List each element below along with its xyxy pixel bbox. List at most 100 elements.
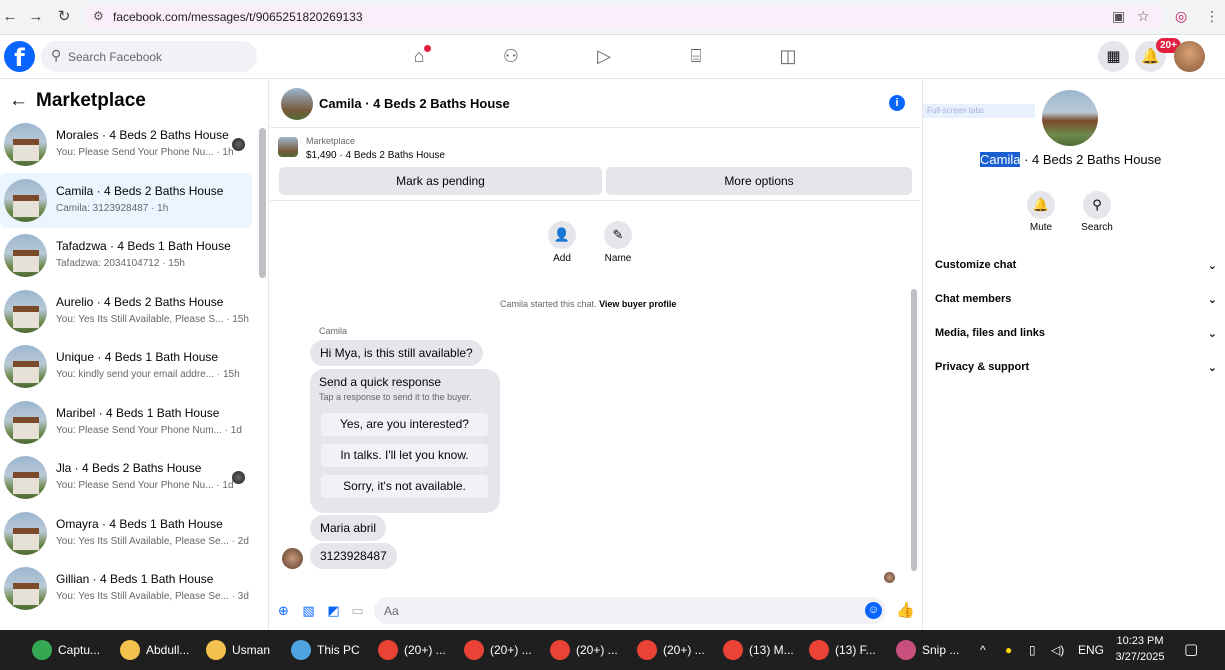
site-settings-icon[interactable]: ⚙: [93, 9, 104, 23]
sender-avatar[interactable]: [282, 548, 303, 569]
browser-menu-icon[interactable]: ⋮: [1205, 8, 1219, 25]
clock[interactable]: 10:23 PM 3/27/2025: [1108, 633, 1172, 665]
app-icon: [378, 640, 398, 660]
app-icon: [550, 640, 570, 660]
taskbar-app-label: (20+) ...: [576, 643, 618, 657]
quick-response-card: Send a quick response Tap a response to …: [310, 369, 500, 513]
conversation-item[interactable]: Unique · 4 Beds 1 Bath House You: kindly …: [0, 339, 252, 394]
conversation-item[interactable]: Jla · 4 Beds 2 Baths House You: Please Se…: [0, 450, 252, 505]
conversation-item[interactable]: Camila · 4 Beds 2 Baths House Camila: 312…: [0, 172, 252, 228]
conversation-thumbnail: [4, 178, 47, 222]
search-label: Search: [1081, 222, 1113, 233]
message-bubble[interactable]: Maria abril: [310, 515, 387, 541]
volume-icon[interactable]: ◁): [1051, 630, 1064, 670]
listing-category: Marketplace: [306, 136, 356, 146]
chevron-up-icon[interactable]: ^: [980, 630, 986, 670]
privacy-support-section[interactable]: Privacy & support ⌄: [935, 361, 1217, 381]
app-icon: [32, 640, 52, 660]
emoji-icon[interactable]: ☺: [865, 602, 882, 619]
mark-as-pending-button[interactable]: Mark as pending: [279, 167, 602, 195]
chat-scrollbar[interactable]: [911, 289, 917, 571]
more-options-button[interactable]: More options: [606, 167, 912, 195]
chevron-down-icon: ⌄: [1207, 294, 1217, 306]
media-files-links-section[interactable]: Media, files and links ⌄: [935, 327, 1217, 347]
listing-price: $1,490 · 4 Beds 2 Baths House: [306, 150, 445, 161]
bookmark-star-icon[interactable]: ☆: [1137, 8, 1150, 25]
taskbar-app-label: (20+) ...: [404, 643, 446, 657]
marketplace-icon[interactable]: ⌸: [684, 46, 708, 68]
taskbar-app-label: (20+) ...: [663, 643, 705, 657]
conversation-list-panel: ← Marketplace Morales · 4 Beds 2 Baths Ho…: [0, 79, 269, 630]
customize-chat-section[interactable]: Customize chat ⌄: [935, 259, 1217, 279]
chat-members-section[interactable]: Chat members ⌄: [935, 293, 1217, 313]
clock-date: 3/27/2025: [1115, 651, 1165, 663]
conversation-preview: Camila: 3123928487 · 1h: [56, 202, 169, 214]
photo-icon[interactable]: ▧: [300, 602, 317, 619]
quick-response-option[interactable]: In talks. I'll let you know.: [321, 444, 488, 467]
conversation-thumbnail: [4, 456, 47, 499]
search-facebook-input[interactable]: ⚲ Search Facebook: [41, 41, 257, 72]
app-icon: [637, 640, 657, 660]
conversation-name: Jla · 4 Beds 2 Baths House: [56, 461, 202, 475]
name-label: Name: [604, 253, 632, 264]
conversation-item[interactable]: Tafadzwa · 4 Beds 1 Bath House Tafadzwa: …: [0, 228, 252, 283]
edit-name-icon[interactable]: ✎: [604, 221, 632, 249]
language-indicator[interactable]: ENG: [1078, 630, 1104, 670]
view-buyer-profile-link[interactable]: View buyer profile: [599, 299, 676, 309]
facebook-logo-icon[interactable]: f: [4, 41, 35, 72]
profile-icon[interactable]: ◎: [1175, 8, 1187, 25]
sender-name: Camila: [319, 326, 348, 336]
gif-icon[interactable]: ▭: [349, 602, 366, 619]
message-input[interactable]: Aa ☺: [374, 597, 886, 624]
menu-grid-icon[interactable]: ▦: [1098, 41, 1129, 72]
info-icon[interactable]: i: [889, 95, 905, 111]
address-bar[interactable]: ⚙ facebook.com/messages/t/90652518202691…: [85, 5, 1163, 30]
taskbar-app-label: (13) M...: [749, 643, 794, 657]
quick-response-option[interactable]: Yes, are you interested?: [321, 413, 488, 436]
chat-title[interactable]: Camila · 4 Beds 2 Baths House: [319, 96, 510, 111]
app-icon: [206, 640, 226, 660]
gaming-icon[interactable]: ◫: [776, 46, 800, 68]
conversation-name: Tafadzwa · 4 Beds 1 Bath House: [56, 239, 231, 253]
cast-icon[interactable]: ▣: [1112, 8, 1125, 25]
reload-icon[interactable]: ↻: [54, 7, 74, 27]
forward-icon[interactable]: →: [26, 7, 46, 27]
battery-icon[interactable]: ▯: [1029, 630, 1036, 670]
like-thumb-icon[interactable]: 👍: [896, 602, 915, 619]
conversation-item[interactable]: Aurelio · 4 Beds 2 Baths House You: Yes I…: [0, 284, 252, 339]
add-person-icon[interactable]: 👤: [548, 221, 576, 249]
facebook-header: f ⚲ Search Facebook ⌂ ⚇ ▷ ⌸ ◫ ▦ 🔔 20+: [0, 35, 1225, 79]
sticker-icon[interactable]: ◩: [325, 602, 342, 619]
conversation-preview: You: kindly send your email addre... · 1…: [56, 369, 240, 380]
account-avatar[interactable]: [1174, 41, 1205, 72]
conversation-thumbnail: [4, 289, 47, 333]
video-icon[interactable]: ▷: [592, 46, 616, 68]
conversation-thumbnail: [4, 511, 47, 555]
panel-title: ← Marketplace: [9, 90, 146, 111]
taskbar-app-label: Captu...: [58, 643, 101, 657]
conversation-item[interactable]: Maribel · 4 Beds 1 Bath House You: Please…: [0, 395, 252, 450]
message-bubble[interactable]: Hi Mya, is this still available?: [310, 340, 483, 366]
conversation-item[interactable]: Morales · 4 Beds 2 Baths House You: Pleas…: [0, 117, 252, 172]
listing-avatar[interactable]: [1042, 90, 1098, 146]
search-icon[interactable]: ⚲: [1083, 191, 1111, 219]
listing-thumbnail[interactable]: [278, 137, 298, 157]
conversation-thumbnail: [4, 400, 47, 444]
scrollbar[interactable]: [259, 128, 266, 278]
mute-bell-icon[interactable]: 🔔: [1027, 191, 1055, 219]
notification-center-icon[interactable]: ▢: [1184, 630, 1198, 670]
clock-time: 10:23 PM: [1116, 635, 1164, 647]
message-composer: ⊕ ▧ ◩ ▭ Aa ☺ 👍: [270, 594, 921, 630]
quick-response-option[interactable]: Sorry, it's not available.: [321, 475, 488, 498]
chat-avatar[interactable]: [281, 88, 313, 120]
back-icon[interactable]: ←: [0, 7, 20, 27]
conversation-name: Aurelio · 4 Beds 2 Baths House: [56, 294, 224, 309]
message-bubble[interactable]: 3123928487: [310, 543, 397, 569]
conversation-item[interactable]: Gillian · 4 Beds 1 Bath House You: Yes It…: [0, 561, 252, 616]
friends-icon[interactable]: ⚇: [499, 46, 523, 68]
back-arrow-icon[interactable]: ←: [9, 90, 28, 111]
shield-icon[interactable]: ●: [1005, 630, 1012, 670]
conversation-item[interactable]: Omayra · 4 Beds 1 Bath House You: Yes Its…: [0, 506, 252, 561]
plus-icon[interactable]: ⊕: [275, 602, 292, 619]
search-placeholder: Search Facebook: [68, 50, 163, 64]
